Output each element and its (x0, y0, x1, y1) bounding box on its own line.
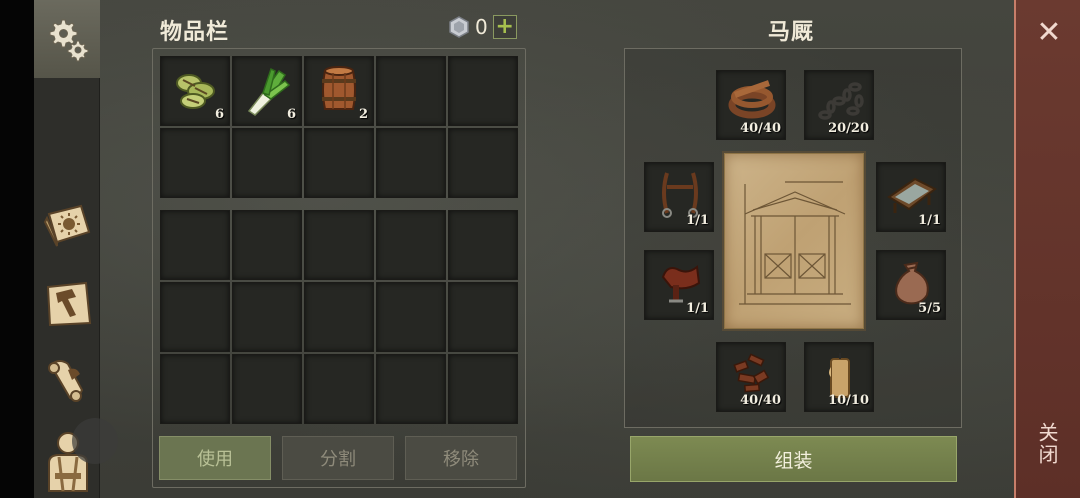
part-slot-leather-scraps[interactable]: 40/40 (716, 342, 786, 412)
inventory-slot[interactable] (160, 282, 230, 352)
part-slot-bridle[interactable]: 1/1 (644, 162, 714, 232)
inventory-slot[interactable] (376, 354, 446, 424)
inventory-slot[interactable] (304, 128, 374, 198)
part-slot-candle[interactable]: 10/10 (804, 342, 874, 412)
inventory-slot[interactable] (160, 210, 230, 280)
inventory-slot[interactable]: 6 (232, 56, 302, 126)
part-count: 1/1 (686, 301, 709, 316)
journal-button[interactable] (40, 200, 96, 252)
stable-title: 马厩 (768, 20, 815, 45)
crafting-hammer-icon (46, 281, 92, 327)
stable-blueprint (724, 153, 864, 329)
gem-icon (449, 16, 469, 38)
inventory-slot[interactable] (448, 354, 518, 424)
item-count: 2 (358, 107, 368, 122)
screen-edge (0, 0, 34, 498)
inventory-slot[interactable] (376, 128, 446, 198)
assemble-button[interactable]: 组装 (630, 436, 957, 482)
add-currency-button[interactable]: + (492, 14, 517, 39)
split-button[interactable]: 分割 (282, 436, 394, 480)
inventory-slot[interactable] (376, 210, 446, 280)
quest-scroll-icon (48, 360, 84, 402)
inventory-slot[interactable] (376, 282, 446, 352)
part-slot-chain[interactable]: 20/20 (804, 70, 874, 140)
remove-button[interactable]: 移除 (405, 436, 517, 480)
crafting-button[interactable] (40, 278, 96, 330)
inventory-slot[interactable] (232, 282, 302, 352)
use-button[interactable]: 使用 (159, 436, 271, 480)
inventory-slot[interactable] (232, 128, 302, 198)
inventory-slot[interactable] (304, 210, 374, 280)
settings-gears-icon (49, 19, 89, 62)
inventory-slot[interactable] (376, 56, 446, 126)
inventory-slot[interactable] (448, 128, 518, 198)
inventory-slot[interactable] (304, 282, 374, 352)
inventory-slot[interactable] (448, 210, 518, 280)
part-count: 40/40 (740, 121, 781, 136)
plus-icon: + (495, 14, 514, 39)
inventory-slot[interactable]: 2 (304, 56, 374, 126)
avatar-overlay[interactable] (72, 418, 118, 464)
quests-button[interactable] (40, 354, 96, 406)
item-count: 6 (286, 107, 296, 122)
inventory-slot[interactable] (304, 354, 374, 424)
stable-blueprint-drawing (739, 181, 851, 305)
close-icon[interactable]: ✕ (1032, 16, 1066, 50)
inventory-slot[interactable] (448, 56, 518, 126)
close-label[interactable]: 关闭 (1035, 422, 1062, 466)
currency-amount: 0 (475, 15, 488, 39)
part-slot-leather-strap[interactable]: 40/40 (716, 70, 786, 140)
close-panel[interactable]: ✕ 关闭 (1014, 0, 1080, 498)
part-count: 1/1 (918, 213, 941, 228)
currency-display: 0 + (448, 15, 517, 39)
inventory-slot[interactable] (160, 354, 230, 424)
part-count: 20/20 (828, 121, 869, 136)
inventory-slot[interactable] (160, 128, 230, 198)
settings-button[interactable] (34, 0, 100, 78)
part-count: 40/40 (740, 393, 781, 408)
part-count: 10/10 (828, 393, 869, 408)
item-count: 6 (214, 107, 224, 122)
inventory-slot[interactable] (232, 210, 302, 280)
part-count: 5/5 (918, 301, 941, 316)
inventory-slot[interactable] (232, 354, 302, 424)
part-count: 1/1 (686, 213, 709, 228)
part-slot-sack[interactable]: 5/5 (876, 250, 946, 320)
part-slot-saddle[interactable]: 1/1 (644, 250, 714, 320)
sun-book-icon (43, 204, 91, 247)
inventory-slot[interactable]: 6 (160, 56, 230, 126)
inventory-slot[interactable] (448, 282, 518, 352)
part-slot-trough[interactable]: 1/1 (876, 162, 946, 232)
inventory-title: 物品栏 (160, 20, 230, 45)
